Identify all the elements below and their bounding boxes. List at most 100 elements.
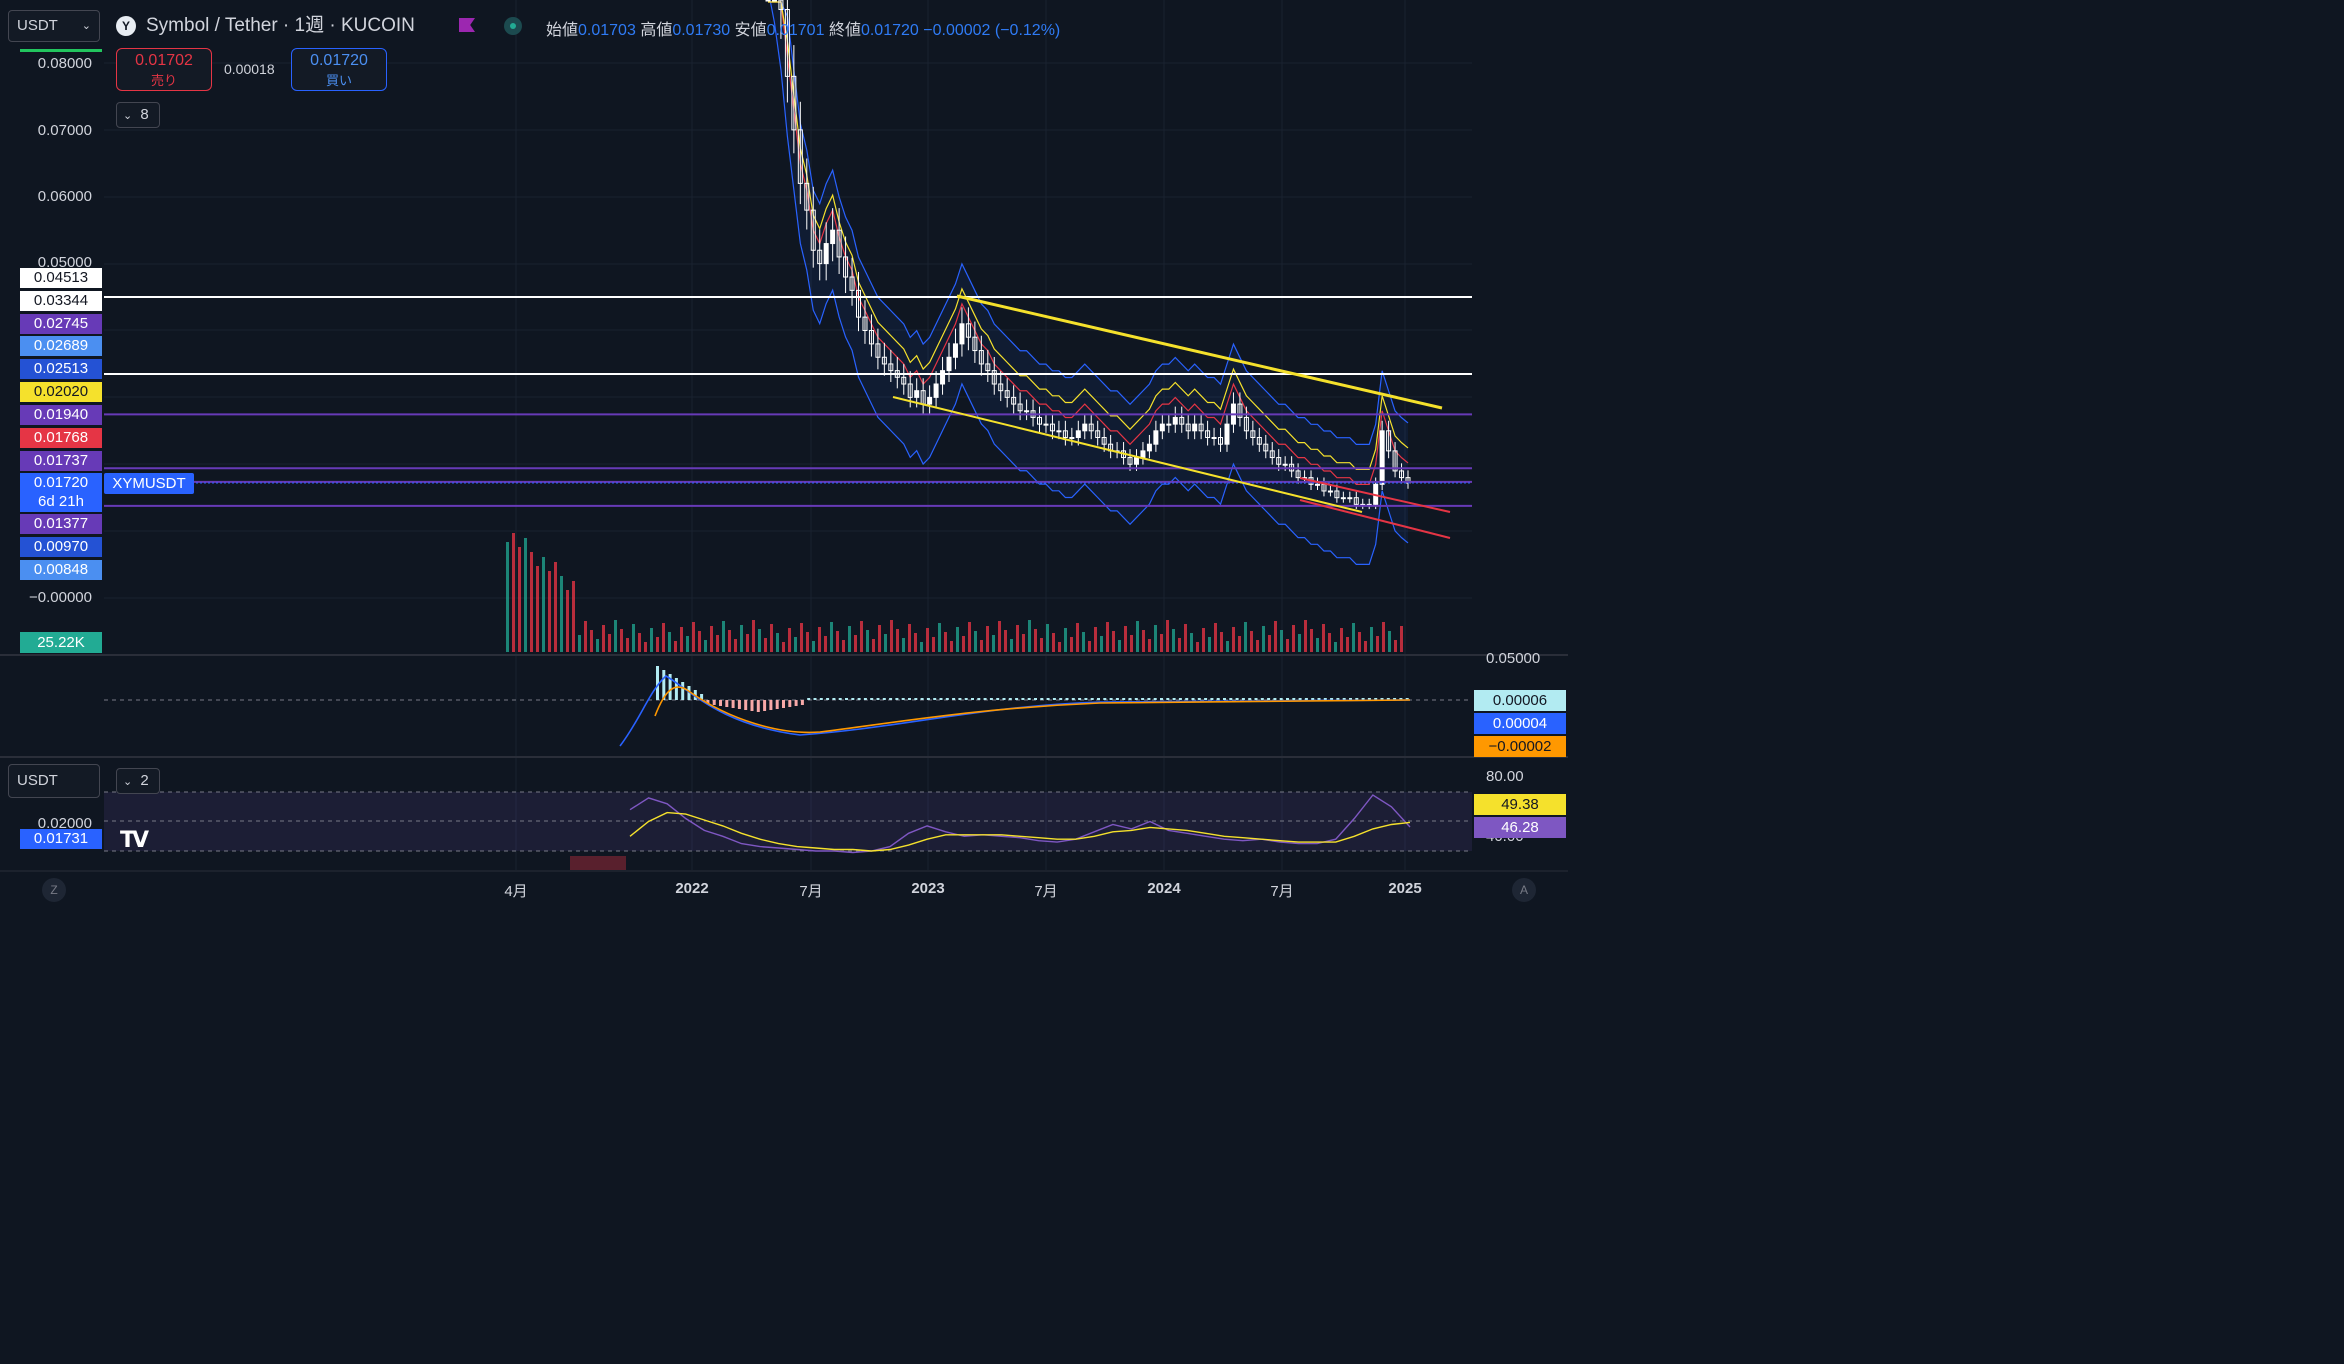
volume-bar (1088, 641, 1091, 652)
macd-histogram-bar (945, 698, 949, 700)
macd-histogram-bar (1197, 698, 1201, 700)
volume-bar (1130, 635, 1133, 652)
chart-canvas[interactable] (0, 0, 1568, 912)
volume-bar (968, 622, 971, 652)
candle-body (959, 323, 965, 345)
macd-histogram-bar (725, 700, 729, 707)
x-axis-label: 4月 (504, 883, 528, 900)
sell-price: 0.01702 (135, 52, 193, 69)
x-axis-label: 2023 (911, 880, 945, 897)
volume-bar (1118, 640, 1121, 652)
volume-bar (1076, 623, 1079, 652)
macd-histogram-bar (1115, 698, 1119, 700)
indicators-count: 8 (140, 106, 149, 123)
volume-bar (962, 636, 965, 652)
macd-histogram-bar (1166, 698, 1170, 700)
volume-bar (1190, 633, 1193, 652)
ohlc-readout: 始値0.01703 高値0.01730 安値0.01701 終値0.01720 … (546, 16, 1060, 40)
volume-bar (836, 631, 839, 652)
sell-button[interactable]: 0.01702 売り (116, 48, 212, 91)
volume-bar (716, 635, 719, 652)
chevron-down-icon: ⌄ (123, 776, 133, 788)
volume-bar (1124, 626, 1127, 652)
volume-bar (632, 624, 635, 652)
volume-bar (1178, 638, 1181, 652)
volume-bar (1094, 627, 1097, 652)
macd-histogram-bar (763, 700, 767, 711)
volume-bar (794, 637, 797, 652)
volume-bar (1016, 625, 1019, 652)
volume-bar (758, 629, 761, 652)
volume-bar (824, 636, 827, 652)
quote-currency-select[interactable]: USDT ⌄ (8, 10, 100, 42)
candle-body (946, 356, 952, 372)
volume-bar (956, 627, 959, 652)
candle-body (765, 0, 771, 2)
candle-body (1172, 416, 1178, 425)
candle-body (1327, 490, 1333, 493)
volume-bar (740, 625, 743, 652)
macd-histogram-bar (775, 700, 779, 709)
volume-bar (770, 624, 773, 652)
volume-bar (1256, 640, 1259, 652)
macd-histogram-bar (1241, 698, 1245, 700)
macd-histogram-bar (1273, 698, 1277, 700)
macd-histogram-bar (1046, 698, 1050, 700)
rsi-oversold-bar (570, 856, 626, 870)
rsi-ma-tag: 49.38 (1474, 794, 1566, 815)
x-axis-label: 2022 (675, 880, 709, 897)
chart-title[interactable]: Symbol / Tether · 1週 · KUCOIN (146, 14, 415, 38)
candle-body (1159, 423, 1165, 432)
volume-bar (1370, 627, 1373, 652)
rsi-indicators-toggle[interactable]: ⌄ 2 (116, 768, 160, 794)
macd-histogram-bar (1153, 698, 1157, 700)
macd-histogram-bar (1223, 698, 1226, 700)
volume-bar (674, 641, 677, 652)
buy-button[interactable]: 0.01720 買い (291, 48, 387, 91)
volume-bar (536, 566, 539, 652)
volume-bar (506, 542, 509, 652)
volume-bar (1322, 624, 1325, 652)
ohlc-high-key: 高値 (640, 22, 673, 39)
volume-tag: 25.22K (20, 632, 102, 653)
volume-bar (554, 562, 557, 652)
volume-bar (902, 638, 905, 652)
tradingview-logo[interactable]: TV (120, 828, 149, 853)
volume-bar (572, 581, 575, 652)
volume-bar (638, 633, 641, 652)
volume-bar (992, 635, 995, 652)
volume-bar (752, 620, 755, 652)
volume-bar (1160, 634, 1163, 652)
volume-bar (1328, 633, 1331, 652)
macd-histogram-bar (782, 700, 785, 708)
auto-scale-button[interactable]: A (1512, 878, 1536, 902)
volume-bar (1226, 641, 1229, 652)
macd-line-tag: 0.00004 (1474, 713, 1566, 734)
x-axis-label: 7月 (1034, 883, 1058, 900)
chevron-down-icon: ⌄ (81, 20, 91, 32)
symbol-tag: XYMUSDT (104, 473, 194, 494)
macd-histogram-bar (756, 700, 760, 712)
volume-bar (734, 639, 737, 652)
price-axis-label: 0.07000 (37, 122, 92, 139)
volume-bar (524, 538, 527, 652)
symbol-logo-icon: Y (116, 16, 136, 36)
indicators-toggle[interactable]: ⌄ 8 (116, 102, 160, 128)
price-axis-label: 0.06000 (37, 188, 92, 205)
macd-histogram-bar (1260, 698, 1264, 700)
macd-histogram-bar (908, 698, 911, 700)
volume-bar (542, 557, 545, 652)
candle-body (1314, 483, 1320, 486)
zoom-button[interactable]: Z (42, 878, 66, 902)
candle-body (1211, 437, 1217, 439)
rsi-quote-select[interactable]: USDT (8, 764, 100, 798)
macd-histogram-bar (1097, 698, 1100, 700)
macd-histogram-bar (1090, 698, 1094, 700)
x-axis-label: 2025 (1388, 880, 1422, 897)
macd-histogram-bar (1210, 698, 1214, 700)
macd-histogram-bar (1084, 698, 1088, 700)
macd-histogram-bar (1021, 698, 1025, 700)
ohlc-open-key: 始値 (546, 22, 579, 39)
volume-bar (650, 628, 653, 652)
candle-body (1082, 423, 1088, 432)
